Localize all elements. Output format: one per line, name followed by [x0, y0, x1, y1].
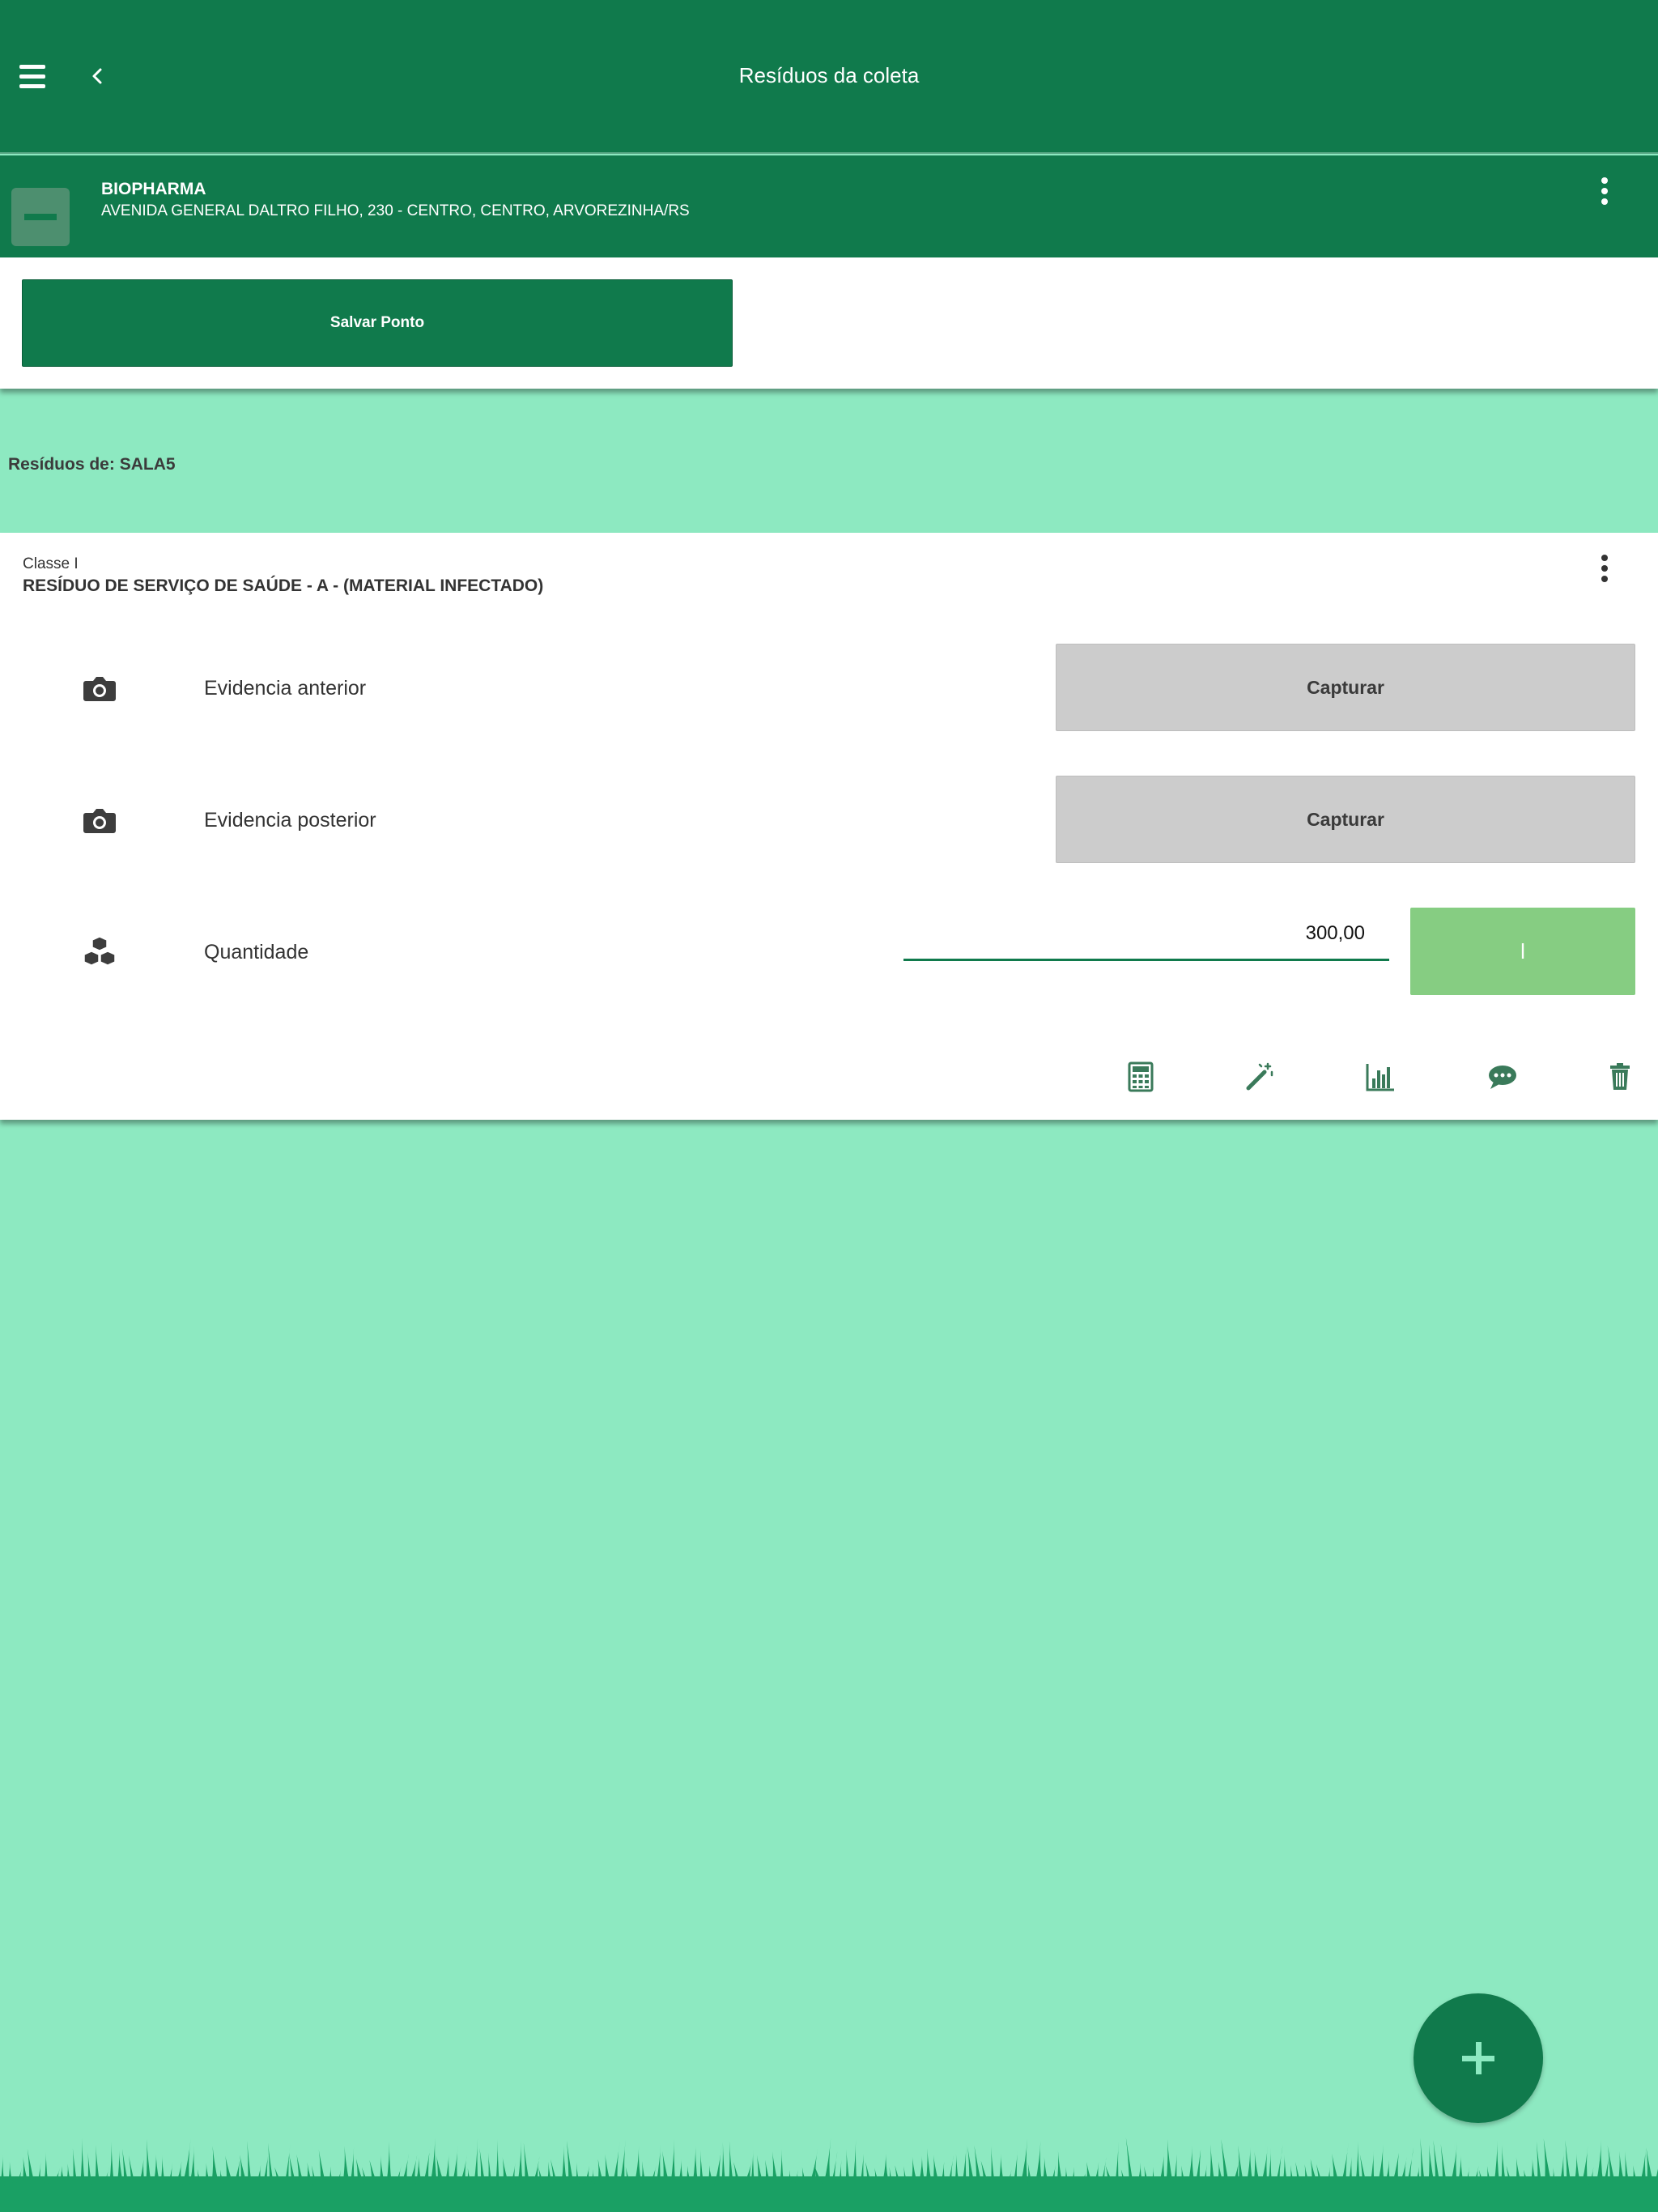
- app-root: Resíduos da coleta BIOPHARMA AVENIDA GEN…: [0, 0, 1658, 2212]
- capture-after-button[interactable]: Capturar: [1056, 776, 1635, 863]
- collapse-button[interactable]: [11, 188, 70, 246]
- waste-name: RESÍDUO DE SERVIÇO DE SAÚDE - A - (MATER…: [23, 576, 544, 595]
- camera-icon: [83, 809, 116, 833]
- evidence-after-label: Evidencia posterior: [204, 809, 376, 832]
- save-bar: Salvar Ponto: [0, 257, 1658, 389]
- waste-item-card: Classe I RESÍDUO DE SERVIÇO DE SAÚDE - A…: [0, 533, 1658, 1120]
- client-info-bar: BIOPHARMA AVENIDA GENERAL DALTRO FILHO, …: [0, 155, 1658, 257]
- client-name: BIOPHARMA: [101, 180, 206, 198]
- quantity-input[interactable]: [903, 908, 1389, 961]
- client-address: AVENIDA GENERAL DALTRO FILHO, 230 - CENT…: [101, 202, 690, 219]
- evidence-before-label: Evidencia anterior: [204, 677, 367, 700]
- waste-more-options-icon[interactable]: [1588, 552, 1621, 585]
- trash-icon[interactable]: [1604, 1061, 1636, 1093]
- add-waste-button[interactable]: [1414, 1993, 1543, 2123]
- grass-decoration: [0, 2138, 1658, 2212]
- cubes-icon: [83, 936, 116, 966]
- bar-chart-icon[interactable]: [1364, 1061, 1397, 1093]
- top-app-bar: Resíduos da coleta: [0, 0, 1658, 154]
- calculator-icon[interactable]: [1124, 1061, 1157, 1093]
- quantity-label: Quantidade: [204, 941, 309, 963]
- client-more-options-icon[interactable]: [1588, 175, 1621, 207]
- page-title: Resíduos da coleta: [738, 63, 920, 87]
- section-title: Resíduos de: SALA5: [8, 455, 176, 474]
- magic-wand-icon[interactable]: [1244, 1061, 1276, 1093]
- comment-icon[interactable]: [1486, 1061, 1519, 1093]
- unit-button[interactable]: l: [1410, 908, 1635, 995]
- waste-class-label: Classe I: [23, 555, 79, 572]
- camera-icon: [83, 677, 116, 701]
- capture-before-button[interactable]: Capturar: [1056, 644, 1635, 731]
- save-point-button[interactable]: Salvar Ponto: [22, 279, 733, 367]
